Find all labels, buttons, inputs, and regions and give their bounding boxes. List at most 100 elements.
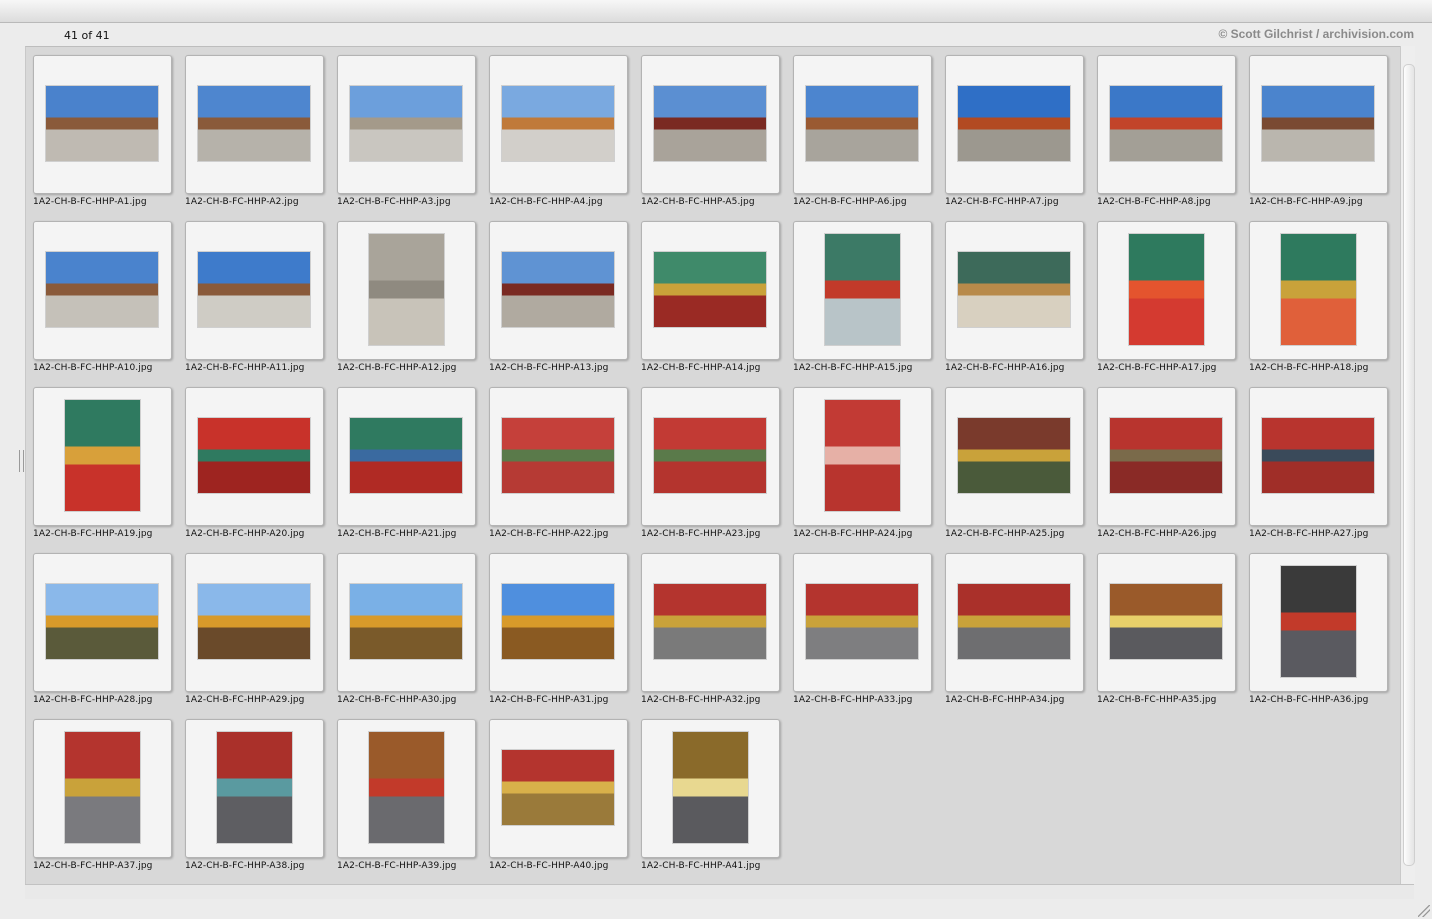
thumbnail-image[interactable] [369,234,444,345]
thumbnail-image[interactable] [46,86,158,161]
thumbnail-image[interactable] [502,252,614,327]
slide-frame[interactable] [33,719,172,858]
thumbnail-item[interactable]: 1A2-CH-B-FC-HHP-A5.jpg [634,47,786,213]
slide-frame[interactable] [33,55,172,194]
thumbnail-image[interactable] [1129,234,1204,345]
thumbnail-image[interactable] [46,584,158,659]
thumbnail-item[interactable]: 1A2-CH-B-FC-HHP-A11.jpg [178,213,330,379]
thumbnail-image[interactable] [654,584,766,659]
thumbnail-image[interactable] [654,418,766,493]
slide-frame[interactable] [1249,55,1388,194]
slide-frame[interactable] [337,387,476,526]
thumbnail-item[interactable]: 1A2-CH-B-FC-HHP-A38.jpg [178,711,330,877]
slide-frame[interactable] [185,55,324,194]
thumbnail-item[interactable]: 1A2-CH-B-FC-HHP-A23.jpg [634,379,786,545]
thumbnail-image[interactable] [198,252,310,327]
thumbnail-item[interactable]: 1A2-CH-B-FC-HHP-A12.jpg [330,213,482,379]
thumbnail-item[interactable]: 1A2-CH-B-FC-HHP-A35.jpg [1090,545,1242,711]
thumbnail-image[interactable] [1281,234,1356,345]
thumbnail-item[interactable]: 1A2-CH-B-FC-HHP-A33.jpg [786,545,938,711]
slide-frame[interactable] [793,221,932,360]
thumbnail-image[interactable] [825,234,900,345]
slide-frame[interactable] [337,55,476,194]
thumbnail-item[interactable]: 1A2-CH-B-FC-HHP-A30.jpg [330,545,482,711]
thumbnail-image[interactable] [502,584,614,659]
slide-frame[interactable] [641,553,780,692]
slide-frame[interactable] [641,55,780,194]
thumbnail-item[interactable]: 1A2-CH-B-FC-HHP-A13.jpg [482,213,634,379]
thumbnail-item[interactable]: 1A2-CH-B-FC-HHP-A3.jpg [330,47,482,213]
slide-frame[interactable] [945,553,1084,692]
slide-frame[interactable] [337,553,476,692]
thumbnail-item[interactable]: 1A2-CH-B-FC-HHP-A15.jpg [786,213,938,379]
scrollbar-thumb[interactable] [1403,64,1415,866]
thumbnail-item[interactable]: 1A2-CH-B-FC-HHP-A40.jpg [482,711,634,877]
slide-frame[interactable] [945,55,1084,194]
slide-frame[interactable] [793,387,932,526]
slide-frame[interactable] [185,553,324,692]
slide-frame[interactable] [185,221,324,360]
thumbnail-item[interactable]: 1A2-CH-B-FC-HHP-A34.jpg [938,545,1090,711]
thumbnail-item[interactable]: 1A2-CH-B-FC-HHP-A18.jpg [1242,213,1394,379]
thumbnail-image[interactable] [958,252,1070,327]
thumbnail-item[interactable]: 1A2-CH-B-FC-HHP-A24.jpg [786,379,938,545]
thumbnail-item[interactable]: 1A2-CH-B-FC-HHP-A1.jpg [26,47,178,213]
thumbnail-image[interactable] [217,732,292,843]
thumbnail-image[interactable] [65,732,140,843]
thumbnail-image[interactable] [198,584,310,659]
slide-frame[interactable] [1249,221,1388,360]
thumbnail-item[interactable]: 1A2-CH-B-FC-HHP-A37.jpg [26,711,178,877]
slide-frame[interactable] [185,387,324,526]
thumbnail-image[interactable] [1262,86,1374,161]
thumbnail-image[interactable] [1262,418,1374,493]
thumbnail-item[interactable]: 1A2-CH-B-FC-HHP-A19.jpg [26,379,178,545]
thumbnail-image[interactable] [369,732,444,843]
thumbnail-image[interactable] [46,252,158,327]
slide-frame[interactable] [33,553,172,692]
thumbnail-item[interactable]: 1A2-CH-B-FC-HHP-A9.jpg [1242,47,1394,213]
slide-frame[interactable] [945,221,1084,360]
thumbnail-image[interactable] [654,86,766,161]
thumbnail-image[interactable] [65,400,140,511]
thumbnail-image[interactable] [958,86,1070,161]
thumbnail-item[interactable]: 1A2-CH-B-FC-HHP-A41.jpg [634,711,786,877]
thumbnail-image[interactable] [502,750,614,825]
slide-frame[interactable] [1097,387,1236,526]
thumbnail-image[interactable] [806,86,918,161]
slide-frame[interactable] [641,221,780,360]
thumbnail-item[interactable]: 1A2-CH-B-FC-HHP-A4.jpg [482,47,634,213]
slide-frame[interactable] [641,719,780,858]
thumbnail-item[interactable]: 1A2-CH-B-FC-HHP-A10.jpg [26,213,178,379]
thumbnail-item[interactable]: 1A2-CH-B-FC-HHP-A8.jpg [1090,47,1242,213]
thumbnail-item[interactable]: 1A2-CH-B-FC-HHP-A36.jpg [1242,545,1394,711]
thumbnail-item[interactable]: 1A2-CH-B-FC-HHP-A20.jpg [178,379,330,545]
thumbnail-image[interactable] [958,584,1070,659]
thumbnail-item[interactable]: 1A2-CH-B-FC-HHP-A21.jpg [330,379,482,545]
slide-frame[interactable] [33,221,172,360]
thumbnail-image[interactable] [673,732,748,843]
thumbnail-image[interactable] [958,418,1070,493]
thumbnail-item[interactable]: 1A2-CH-B-FC-HHP-A26.jpg [1090,379,1242,545]
slide-frame[interactable] [489,553,628,692]
thumbnail-image[interactable] [654,252,766,327]
split-handle[interactable] [19,450,24,472]
thumbnail-item[interactable]: 1A2-CH-B-FC-HHP-A28.jpg [26,545,178,711]
thumbnail-image[interactable] [350,584,462,659]
thumbnail-image[interactable] [1281,566,1356,677]
thumbnail-image[interactable] [502,418,614,493]
thumbnail-image[interactable] [806,584,918,659]
slide-frame[interactable] [1249,553,1388,692]
thumbnail-image[interactable] [1110,418,1222,493]
slide-frame[interactable] [337,221,476,360]
slide-frame[interactable] [33,387,172,526]
thumbnail-item[interactable]: 1A2-CH-B-FC-HHP-A17.jpg [1090,213,1242,379]
thumbnail-item[interactable]: 1A2-CH-B-FC-HHP-A25.jpg [938,379,1090,545]
thumbnail-image[interactable] [198,418,310,493]
thumbnail-item[interactable]: 1A2-CH-B-FC-HHP-A2.jpg [178,47,330,213]
slide-frame[interactable] [793,55,932,194]
thumbnail-item[interactable]: 1A2-CH-B-FC-HHP-A39.jpg [330,711,482,877]
thumbnail-image[interactable] [198,86,310,161]
thumbnail-item[interactable]: 1A2-CH-B-FC-HHP-A29.jpg [178,545,330,711]
slide-frame[interactable] [185,719,324,858]
thumbnail-image[interactable] [350,86,462,161]
